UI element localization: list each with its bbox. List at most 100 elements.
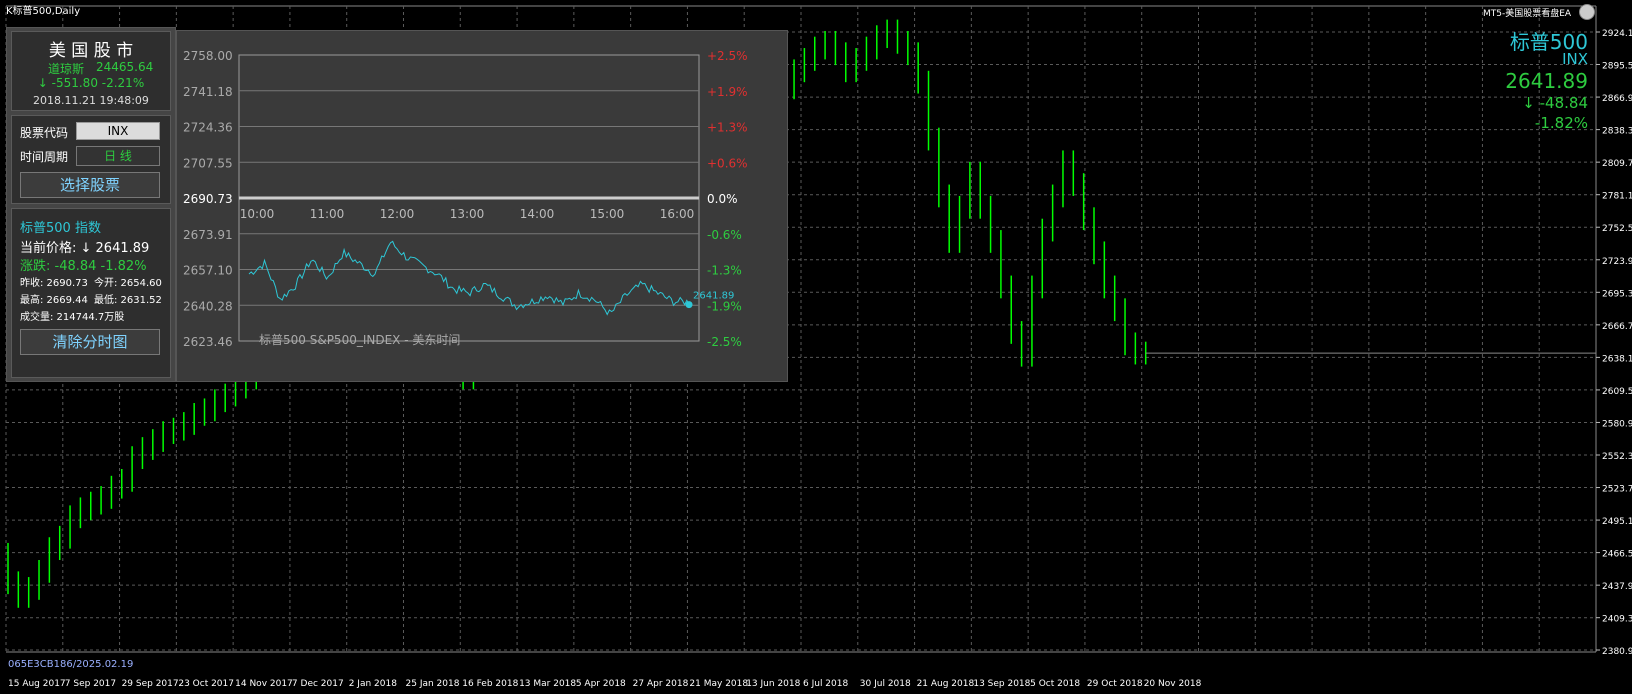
clear-intraday-button[interactable]: 清除分时图 [20, 329, 160, 355]
quote-low: 最低: 2631.52 [94, 295, 162, 306]
intraday-price-tick: 2657.10 [183, 264, 233, 278]
period-label: 时间周期 [20, 150, 69, 164]
intraday-panel: 2758.00 +2.5% 2741.18 +1.9% 2724.36 +1.3% 2707… [176, 30, 788, 382]
y-tick-label: 2409.30 [1602, 615, 1632, 625]
market-title: 美 国 股 市 [48, 41, 134, 61]
quote-high: 最高: 2669.44 [20, 295, 88, 306]
x-tick-label: 23 Oct 2017 [178, 679, 234, 689]
quote-price: 当前价格: ↓ 2641.89 [20, 241, 150, 256]
intraday-pct-tick: -0.6% [707, 228, 742, 242]
intraday-time-tick: 12:00 [380, 207, 415, 221]
y-tick-label: 2638.10 [1602, 354, 1632, 364]
x-tick-label: 30 Jul 2018 [860, 679, 911, 689]
y-tick-label: 2838.30 [1602, 127, 1632, 137]
right-info-price: 2641.89 [1505, 69, 1588, 93]
market-datetime: 2018.11.21 19:48:09 [33, 94, 149, 107]
last-price-label: 2641.89 [693, 291, 734, 302]
quote-box: 标普500 指数 当前价格: ↓ 2641.89 涨跌: -48.84 -1.8… [11, 208, 171, 378]
x-tick-label: 21 May 2018 [689, 679, 748, 689]
intraday-caption: 标普500 S&P500_INDEX - 美东时间 [259, 333, 461, 347]
market-box: 美 国 股 市 道琼斯 24465.64 ↓ -551.80 -2.21% 20… [11, 31, 171, 111]
intraday-price-tick: 2758.00 [183, 49, 233, 63]
intraday-time-tick: 15:00 [590, 207, 625, 221]
intraday-price-tick: 2690.73 [183, 192, 233, 206]
code-label: 股票代码 [20, 126, 69, 140]
x-tick-label: 2 Jan 2018 [349, 679, 397, 689]
intraday-line [248, 240, 690, 316]
intraday-pct-tick: 0.0% [707, 192, 738, 206]
intraday-pct-tick: +1.9% [707, 85, 748, 99]
x-tick-label: 27 Apr 2018 [633, 679, 689, 689]
right-info-change: ↓ -48.84 [1522, 94, 1588, 112]
code-input[interactable]: INX [76, 122, 160, 140]
x-tick-label: 25 Jan 2018 [406, 679, 460, 689]
x-tick-label: 16 Feb 2018 [462, 679, 518, 689]
intraday-time-tick: 16:00 [660, 207, 695, 221]
dow-value: 24465.64 [96, 60, 154, 74]
dow-label: 道琼斯 [48, 62, 85, 76]
ea-label: MT5-美国股票看盘EA [1483, 9, 1572, 19]
y-tick-label: 2552.30 [1602, 452, 1632, 462]
y-tick-label: 2866.90 [1602, 94, 1632, 104]
intraday-pct-tick: +1.3% [707, 121, 748, 135]
x-tick-label: 5 Apr 2018 [576, 679, 626, 689]
x-tick-label: 14 Nov 2017 [235, 679, 293, 689]
last-price-dot [685, 301, 693, 309]
quote-volume: 成交量: 214744.7万股 [20, 312, 125, 323]
x-tick-label: 7 Sep 2017 [65, 679, 116, 689]
x-tick-label: 7 Dec 2017 [292, 679, 344, 689]
intraday-chart: 2758.00 +2.5% 2741.18 +1.9% 2724.36 +1.3% 2707… [183, 49, 748, 349]
intraday-price-tick: 2724.36 [183, 121, 233, 135]
watermark: 065E3CB186/2025.02.19 [8, 659, 134, 670]
x-tick-label: 5 Oct 2018 [1030, 679, 1080, 689]
y-tick-label: 2695.30 [1602, 289, 1632, 299]
x-tick-label: 6 Jul 2018 [803, 679, 848, 689]
stock-panel: 美 国 股 市 道琼斯 24465.64 ↓ -551.80 -2.21% 20… [6, 27, 176, 382]
intraday-pct-tick: +0.6% [707, 156, 748, 170]
intraday-pct-tick: -1.3% [707, 264, 742, 278]
ea-icon[interactable] [1579, 4, 1595, 20]
y-tick-label: 2380.90 [1602, 647, 1632, 657]
y-tick-label: 2809.70 [1602, 159, 1632, 169]
x-tick-label: 13 Sep 2018 [973, 679, 1030, 689]
y-tick-label: 2666.70 [1602, 322, 1632, 332]
y-tick-label: 2895.55 [1602, 61, 1632, 71]
x-tick-label: 13 Mar 2018 [519, 679, 576, 689]
period-select[interactable]: 日 线 [76, 146, 160, 166]
settings-box: 股票代码 INX 时间周期 日 线 选择股票 [11, 115, 171, 204]
y-tick-label: 2466.50 [1602, 550, 1632, 560]
y-tick-label: 2437.90 [1602, 582, 1632, 592]
x-tick-label: 20 Nov 2018 [1144, 679, 1202, 689]
x-tick-label: 29 Sep 2017 [122, 679, 179, 689]
quote-prev-close: 昨收: 2690.73 [20, 278, 88, 289]
quote-open: 今开: 2654.60 [94, 278, 162, 289]
y-tick-label: 2495.10 [1602, 517, 1632, 527]
intraday-price-tick: 2673.91 [183, 228, 233, 242]
intraday-pct-tick: +2.5% [707, 49, 748, 63]
x-tick-label: 21 Aug 2018 [917, 679, 975, 689]
quote-title: 标普500 指数 [20, 221, 101, 236]
y-tick-label: 2752.50 [1602, 224, 1632, 234]
intraday-price-tick: 2640.28 [183, 299, 233, 313]
select-stock-button[interactable]: 选择股票 [20, 172, 160, 198]
time-scale: 15 Aug 2017 7 Sep 2017 29 Sep 2017 23 Oct 2… [8, 679, 1202, 689]
right-info-code: INX [1562, 50, 1588, 68]
x-tick-label: 29 Oct 2018 [1087, 679, 1143, 689]
quote-change: 涨跌: -48.84 -1.82% [20, 259, 147, 274]
price-scale: 2924.10 2895.55 2866.90 2838.30 2809.70 2781.… [1596, 29, 1632, 657]
y-tick-label: 2924.10 [1602, 29, 1632, 39]
intraday-time-tick: 10:00 [240, 207, 275, 221]
right-info-pct: -1.82% [1534, 114, 1588, 132]
intraday-time-tick: 13:00 [450, 207, 485, 221]
y-tick-label: 2781.10 [1602, 192, 1632, 202]
x-tick-label: 15 Aug 2017 [8, 679, 66, 689]
intraday-price-tick: 2741.18 [183, 85, 233, 99]
y-tick-label: 2523.70 [1602, 485, 1632, 495]
intraday-price-tick: 2623.46 [183, 335, 233, 349]
intraday-pct-tick: -2.5% [707, 335, 742, 349]
intraday-time-tick: 11:00 [310, 207, 345, 221]
window-title: K标普500,Daily [6, 6, 81, 17]
y-tick-label: 2723.90 [1602, 257, 1632, 267]
intraday-price-tick: 2707.55 [183, 156, 233, 170]
dow-change: ↓ -551.80 -2.21% [37, 76, 145, 90]
